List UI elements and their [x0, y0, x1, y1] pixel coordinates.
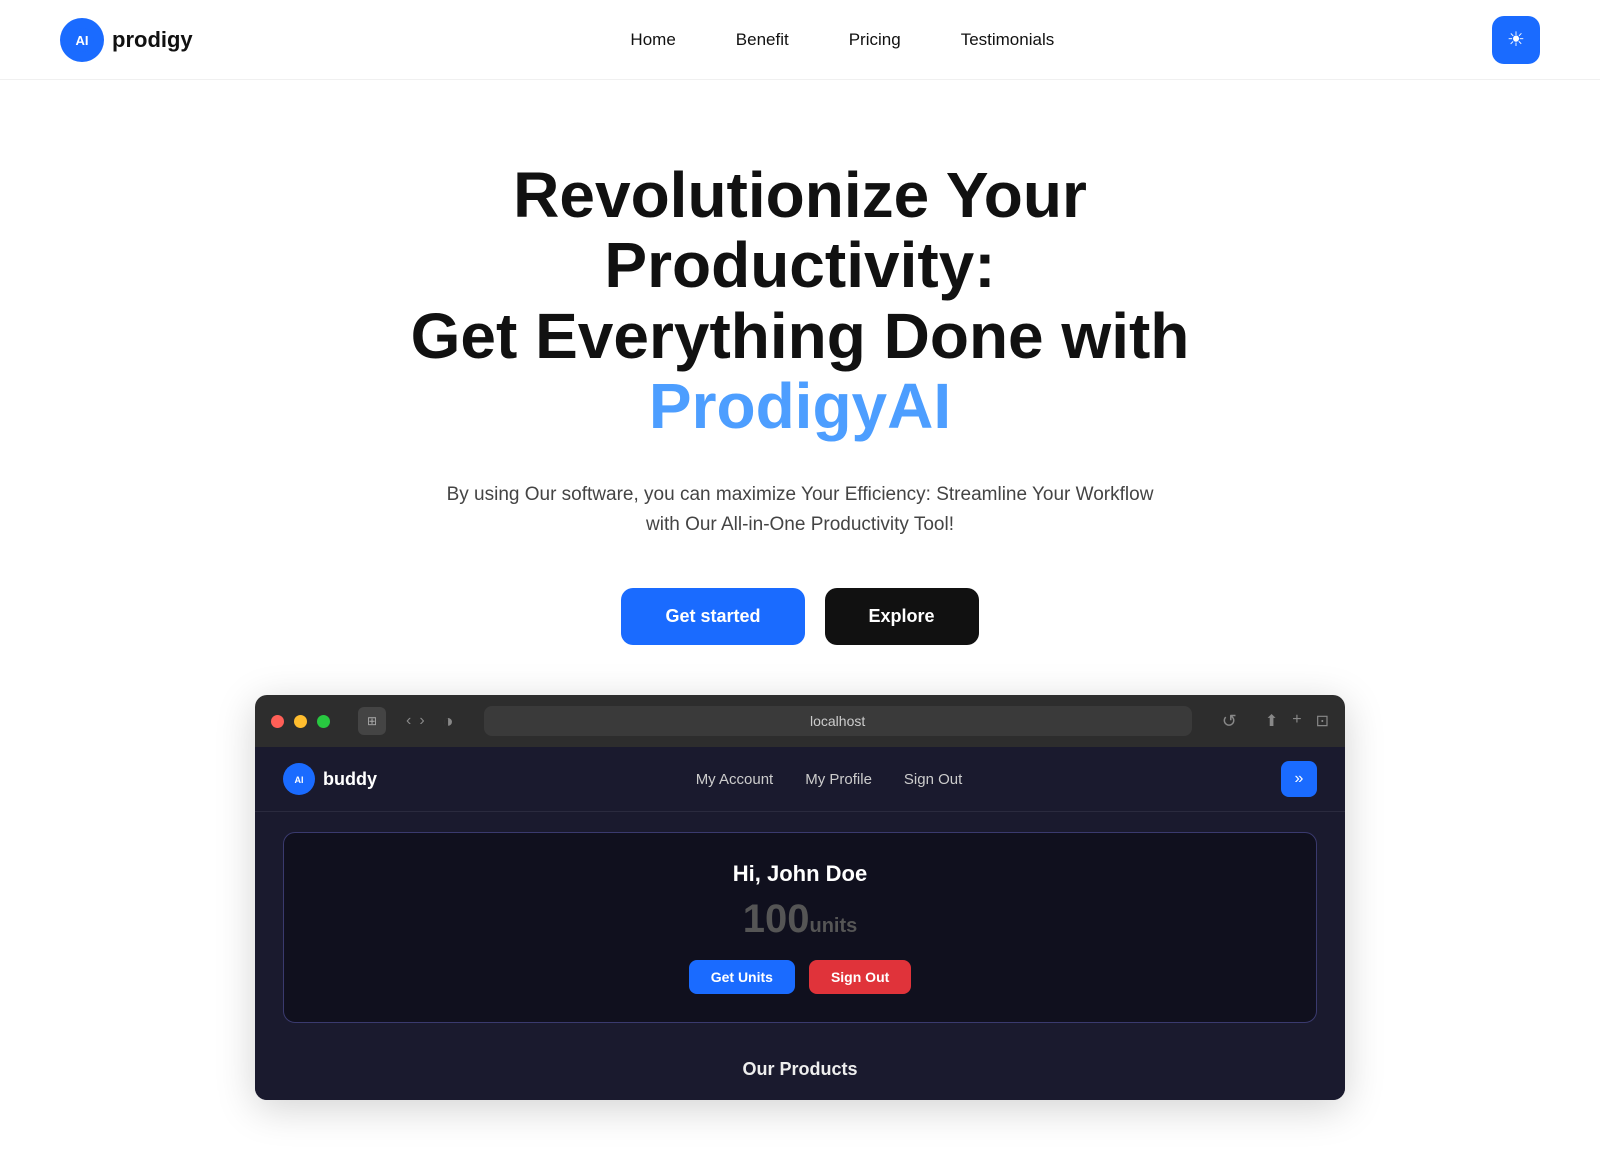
browser-minimize-dot[interactable] [294, 715, 307, 728]
app-theme-button[interactable]: » [1281, 761, 1317, 797]
our-products-section: Our Products [255, 1043, 1345, 1100]
browser-url-text: localhost [810, 713, 865, 729]
nav-link-benefit[interactable]: Benefit [736, 30, 789, 50]
hero-title: Revolutionize Your Productivity: Get Eve… [350, 160, 1250, 442]
browser-maximize-dot[interactable] [317, 715, 330, 728]
app-nav-links: My Account My Profile Sign Out [696, 771, 963, 788]
card-greeting: Hi, John Doe [312, 861, 1288, 887]
app-logo[interactable]: AI buddy [283, 763, 377, 795]
logo-text: prodigy [112, 27, 193, 53]
svg-text:AI: AI [295, 775, 304, 785]
hero-section: Revolutionize Your Productivity: Get Eve… [0, 80, 1600, 1160]
svg-text:AI: AI [76, 33, 89, 48]
browser-share-icon[interactable]: ⬆ [1265, 711, 1278, 731]
units-label: units [809, 915, 857, 937]
card-sign-out-button[interactable]: Sign Out [809, 960, 911, 994]
app-logo-icon: AI [283, 763, 315, 795]
app-logo-text: buddy [323, 769, 377, 790]
hero-brand-name: ProdigyAI [350, 371, 1250, 441]
units-value: 100 [743, 897, 810, 941]
app-nav-my-account[interactable]: My Account [696, 771, 774, 788]
browser-sidebar-icon[interactable]: ⊡ [1316, 711, 1329, 731]
browser-close-dot[interactable] [271, 715, 284, 728]
browser-add-tab-icon[interactable]: + [1292, 711, 1301, 731]
nav-link-pricing[interactable]: Pricing [849, 30, 901, 50]
nav-link-home[interactable]: Home [630, 30, 675, 50]
card-units: 100units [312, 897, 1288, 942]
brightness-icon[interactable]: ◑ [443, 711, 454, 732]
browser-back-arrow[interactable]: ‹ [406, 712, 411, 730]
nav-link-testimonials[interactable]: Testimonials [961, 30, 1055, 50]
hero-title-line2: Get Everything Done with [411, 300, 1190, 372]
hero-buttons: Get started Explore [621, 588, 978, 645]
browser-mockup: ⊞ ‹ › ◑ localhost ↺ ⬆ + ⊡ [255, 695, 1345, 1100]
dashboard-card: Hi, John Doe 100units Get Units Sign Out [283, 832, 1317, 1023]
nav-links: Home Benefit Pricing Testimonials [630, 30, 1054, 50]
app-nav-my-profile[interactable]: My Profile [805, 771, 872, 788]
theme-toggle-button[interactable]: ☀ [1492, 16, 1540, 64]
get-units-button[interactable]: Get Units [689, 960, 795, 994]
browser-forward-arrow[interactable]: › [419, 712, 424, 730]
explore-button[interactable]: Explore [825, 588, 979, 645]
get-started-button[interactable]: Get started [621, 588, 804, 645]
browser-actions: ⬆ + ⊡ [1265, 711, 1329, 731]
hero-subtitle: By using Our software, you can maximize … [440, 480, 1160, 541]
logo-icon: AI [60, 18, 104, 62]
hero-title-line1: Revolutionize Your Productivity: [513, 159, 1087, 301]
browser-tab-icon: ⊞ [358, 707, 386, 735]
browser-url-bar[interactable]: localhost [484, 706, 1192, 736]
browser-bar: ⊞ ‹ › ◑ localhost ↺ ⬆ + ⊡ [255, 695, 1345, 747]
logo[interactable]: AI prodigy [60, 18, 193, 62]
browser-nav-arrows: ‹ › [406, 712, 425, 730]
our-products-title: Our Products [283, 1059, 1317, 1080]
card-buttons: Get Units Sign Out [312, 960, 1288, 994]
app-window: AI buddy My Account My Profile Sign Out … [255, 747, 1345, 1100]
browser-reload-icon[interactable]: ↺ [1222, 711, 1237, 732]
main-nav: AI prodigy Home Benefit Pricing Testimon… [0, 0, 1600, 80]
app-nav-sign-out[interactable]: Sign Out [904, 771, 962, 788]
app-nav: AI buddy My Account My Profile Sign Out … [255, 747, 1345, 812]
